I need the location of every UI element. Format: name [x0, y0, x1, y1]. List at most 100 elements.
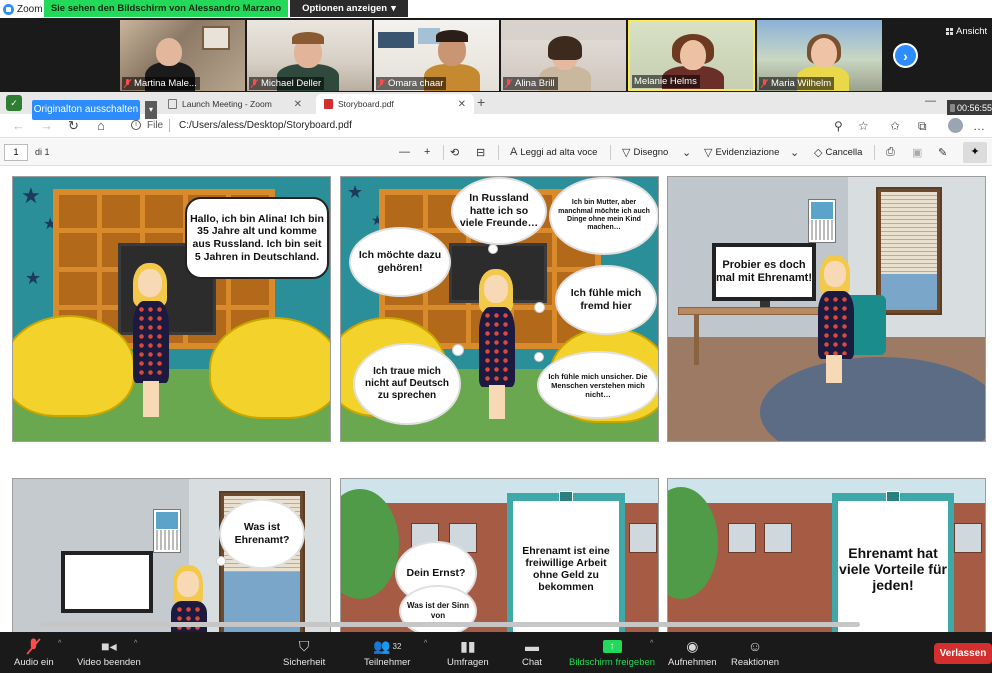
rotate-button[interactable]: ⟲ [450, 146, 459, 159]
tab-launch-meeting[interactable]: Launch Meeting - Zoom ✕ [160, 94, 310, 114]
favorites-icon[interactable]: ✩ [890, 119, 900, 133]
shield-icon: ⛉ [298, 637, 310, 654]
save-as-button[interactable]: ✎ [938, 146, 947, 159]
tab-storyboard[interactable]: Storyboard.pdf ✕ [316, 94, 474, 114]
participant-tile[interactable]: Alina Brill [501, 20, 626, 91]
participant-gallery: Martina Male... Michael Deller Omara cha… [0, 18, 992, 92]
minimize-icon[interactable]: — [925, 95, 936, 107]
shield-icon[interactable]: ✓ [6, 95, 22, 111]
participant-name-tag: Maria Wilhelm [759, 77, 835, 90]
mic-muted-icon [761, 79, 768, 88]
video-options-caret[interactable]: ^ [134, 640, 137, 647]
highlighter-icon: ▽ [704, 147, 713, 159]
record-icon: ◉ [686, 637, 699, 654]
comic-panel-2: ★ ★ In Russland hatte ich so viele Freun… [340, 176, 659, 442]
security-button[interactable]: ⛉ Sicherheit [283, 636, 325, 669]
forward-icon[interactable]: → [40, 118, 53, 133]
participant-count: 32 [392, 641, 402, 651]
reload-icon[interactable]: ↻ [68, 118, 79, 134]
grid-view-icon [946, 28, 953, 35]
original-audio-dropdown[interactable]: ▾ [145, 101, 157, 119]
view-button[interactable]: Ansicht [946, 26, 987, 37]
save-button[interactable]: ▣ [912, 146, 922, 159]
erase-button[interactable]: ◇ Cancella [814, 146, 862, 159]
mic-muted-icon [378, 79, 385, 88]
smiley-add-icon: ☺ [747, 638, 763, 654]
participant-name-tag: Melanie Helms [632, 75, 700, 88]
profile-avatar[interactable] [948, 118, 963, 133]
record-button[interactable]: ◉ Aufnehmen [668, 636, 717, 669]
original-audio-toggle[interactable]: Originalton ausschalten [32, 100, 140, 120]
page-number-input[interactable]: 1 [4, 144, 28, 161]
audio-options-caret[interactable]: ^ [58, 640, 61, 647]
audio-button[interactable]: Audio ein [14, 636, 54, 668]
thought-bubble: Ich fühle mich unsicher. Die Menschen ve… [539, 353, 657, 417]
highlight-options-dropdown[interactable]: ⌄ [790, 146, 799, 159]
video-button[interactable]: ■◂ Video beenden [77, 636, 141, 669]
collections-icon[interactable]: ⧉ [918, 119, 927, 134]
chevron-down-icon: ⌄ [682, 147, 692, 159]
comic-panel-5: Ehrenamt ist eine freiwillige Arbeit ohn… [340, 478, 659, 632]
participant-tile[interactable]: Maria Wilhelm [757, 20, 882, 91]
close-tab-icon[interactable]: ✕ [294, 99, 302, 110]
participants-button[interactable]: 👥 32 Teilnehmer [364, 636, 410, 669]
fit-page-button[interactable]: ⊟ [476, 146, 485, 159]
participant-tile[interactable]: Martina Male... [120, 20, 245, 91]
thought-bubble: Ich traue mich nicht auf Deutsch zu spre… [355, 345, 459, 423]
mic-muted-icon [124, 79, 131, 88]
info-icon[interactable]: i [131, 120, 141, 130]
zoom-out-button[interactable]: — [399, 146, 410, 158]
screen: Zoom Sie sehen den Bildschirm von Alessa… [0, 0, 992, 673]
new-tab-button[interactable]: + [477, 94, 485, 110]
zoom-in-button[interactable]: + [424, 146, 430, 158]
chat-button[interactable]: ▬ Chat [522, 636, 542, 668]
info-sign-text: Ehrenamt ist eine freiwillige Arbeit ohn… [513, 501, 619, 632]
share-screen-button[interactable]: ↑ Bildschirm freigeben [569, 636, 655, 668]
pdf-toolbar: 1 di 1 — + ⟲ ⊟ A Leggi ad alta voce ▽ Dise… [0, 139, 992, 166]
close-tab-icon[interactable]: ✕ [458, 99, 466, 110]
plus-icon: + [424, 146, 431, 158]
horizontal-scrollbar[interactable] [40, 622, 860, 627]
home-icon[interactable]: ⌂ [97, 118, 105, 133]
people-icon: 👥 [373, 637, 391, 654]
thought-bubble: Ich bin Mutter, aber manchmal möchte ich… [551, 179, 657, 253]
comic-panel-6: Ehrenamt hat viele Vorteile für jeden! [667, 478, 986, 632]
chevron-down-icon: ⌄ [790, 147, 800, 159]
draw-options-dropdown[interactable]: ⌄ [682, 146, 691, 159]
more-icon[interactable]: … [973, 119, 985, 133]
zoom-meeting-controls: Audio ein ^ ■◂ Video beenden ^ ⛉ Sicherh… [0, 632, 992, 673]
view-options-button[interactable]: Optionen anzeigen ▾ [290, 0, 408, 17]
highlight-button[interactable]: ▽ Evidenziazione [704, 146, 779, 159]
print-icon: ⎙ [886, 146, 895, 158]
print-button[interactable]: ⎙ [886, 146, 895, 159]
save-as-icon: ✎ [938, 147, 948, 159]
share-options-caret[interactable]: ^ [650, 640, 653, 647]
participant-tile-active-speaker[interactable]: Melanie Helms [628, 20, 755, 91]
participant-tile[interactable]: Omara chaar [374, 20, 499, 91]
timer-icon [950, 103, 955, 112]
reactions-button[interactable]: ☺ Reaktionen [731, 636, 779, 668]
meeting-timer: 00:56:55 [947, 100, 992, 115]
leave-meeting-button[interactable]: Verlassen [934, 643, 992, 664]
zoom-magnifier-icon[interactable]: ⚲ [834, 119, 843, 133]
pin-toolbar-button[interactable]: ✦ [963, 142, 987, 163]
mic-muted-icon [251, 79, 258, 88]
draw-button[interactable]: ▽ Disegno [622, 146, 668, 159]
polls-button[interactable]: ▮▮ Umfragen [447, 636, 489, 669]
participant-name-tag: Omara chaar [376, 77, 447, 90]
read-aloud-button[interactable]: A Leggi ad alta voce [510, 146, 597, 158]
url-divider [169, 119, 170, 132]
favorite-star-icon[interactable]: ☆ [858, 119, 869, 133]
back-icon[interactable]: ← [12, 118, 25, 133]
participant-tile[interactable]: Michael Deller [247, 20, 372, 91]
page-icon [168, 99, 177, 109]
chevron-right-icon: › [903, 47, 908, 64]
fit-page-icon: ⊟ [476, 147, 486, 159]
bar-chart-icon: ▮▮ [460, 637, 476, 654]
thought-bubble: In Russland hatte ich so viele Freunde… [453, 179, 545, 243]
url-input[interactable]: C:/Users/aless/Desktop/Storyboard.pdf [179, 120, 352, 131]
gallery-next-button[interactable]: › [893, 43, 918, 68]
participants-options-caret[interactable]: ^ [424, 640, 427, 647]
pdf-viewer[interactable]: ★ ★ ★ Hallo, ich bin Alina! Ich bin 35 J… [0, 167, 992, 632]
screen-share-banner: Sie sehen den Bildschirm von Alessandro … [44, 0, 288, 17]
